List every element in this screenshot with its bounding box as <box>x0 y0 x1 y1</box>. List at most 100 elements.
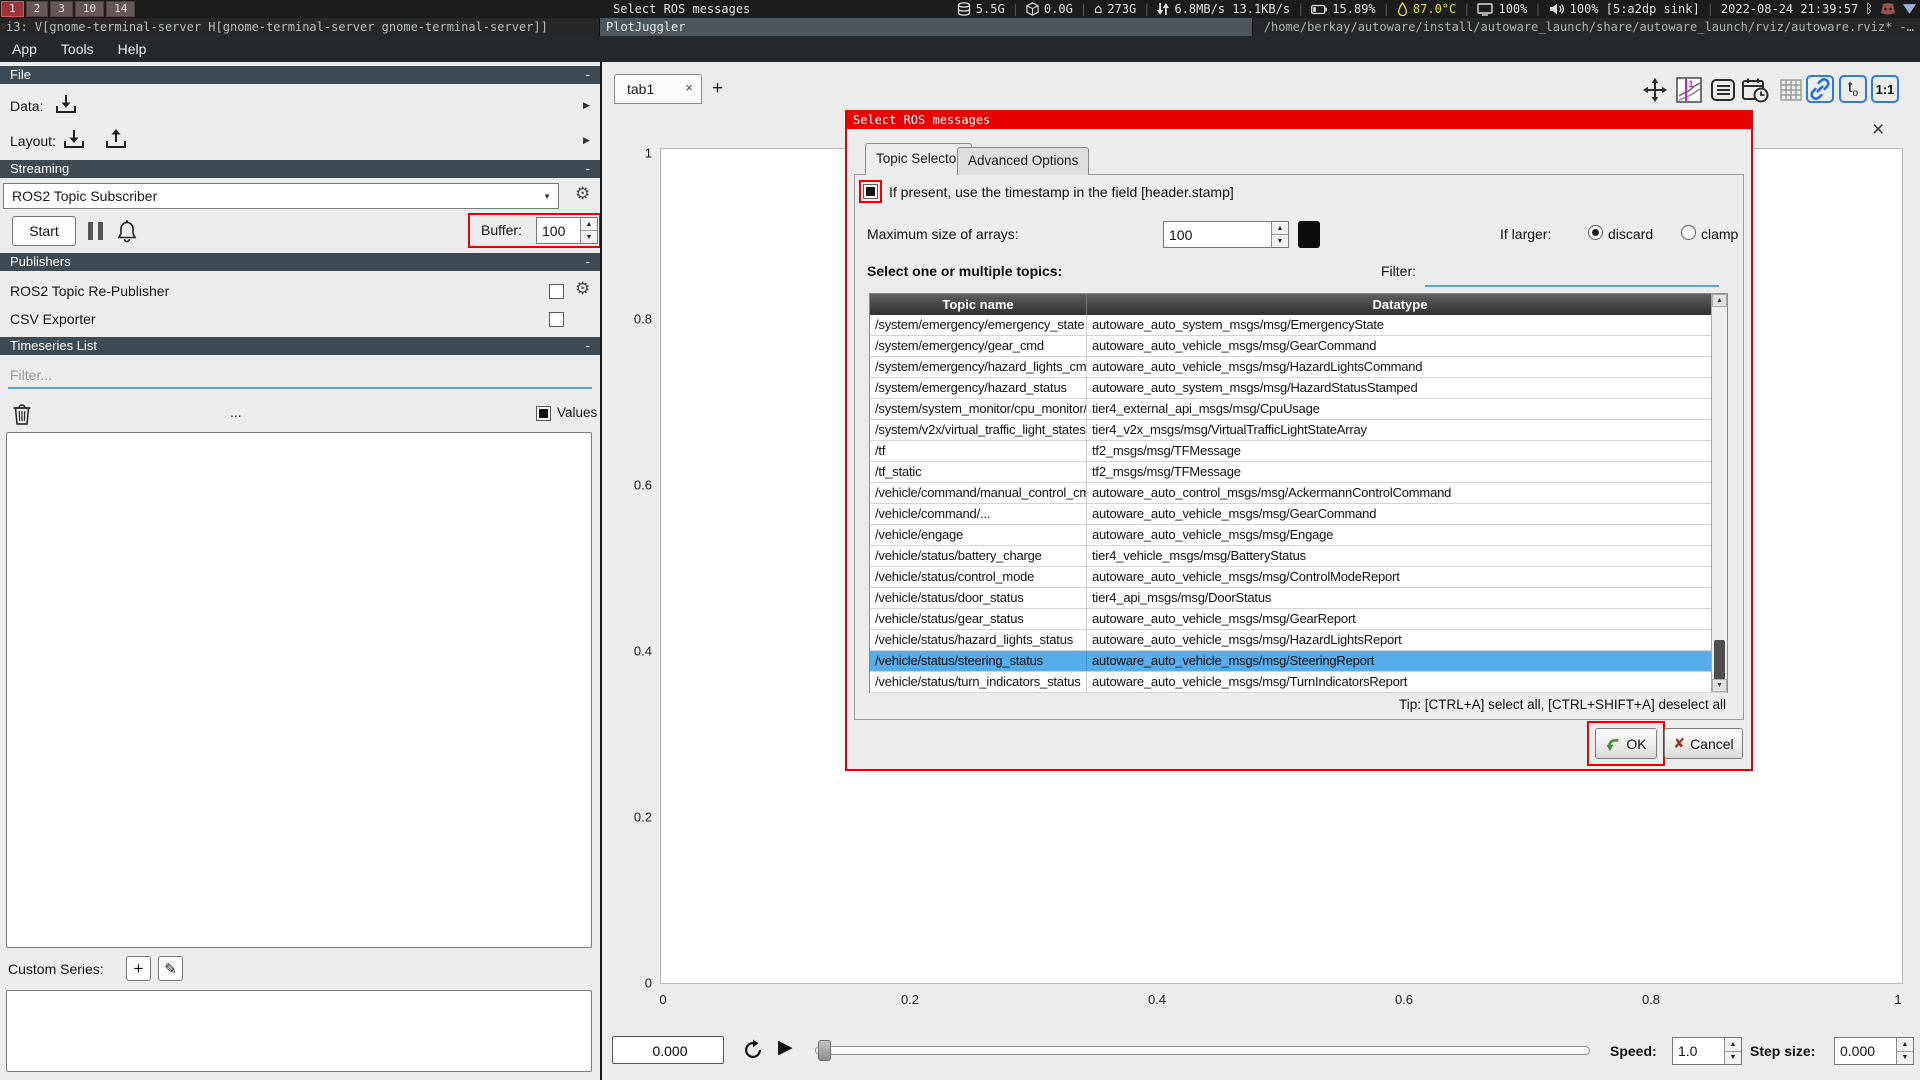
speed-value-input[interactable] <box>1673 1038 1724 1064</box>
step-size-spinbox[interactable]: ▲▼ <box>1834 1037 1914 1065</box>
table-row[interactable]: /system/emergency/gear_cmdautoware_auto_… <box>870 336 1727 357</box>
dialog-titlebar[interactable]: Select ROS messages <box>847 112 1751 129</box>
table-row[interactable]: /vehicle/engageautoware_auto_vehicle_msg… <box>870 525 1727 546</box>
csv-exporter-checkbox[interactable] <box>549 312 564 327</box>
help-button[interactable] <box>1298 221 1320 248</box>
streaming-settings-gear-icon[interactable]: ⚙ <box>575 186 590 203</box>
pan-zoom-button[interactable] <box>1641 76 1669 104</box>
column-header-datatype[interactable]: Datatype <box>1087 294 1713 315</box>
table-row-selected[interactable]: /vehicle/status/steering_statusautoware_… <box>870 651 1727 672</box>
discard-radio[interactable] <box>1588 225 1603 240</box>
scroll-up-icon[interactable]: ▲ <box>1712 294 1727 307</box>
menu-tools[interactable]: Tools <box>49 41 106 57</box>
republisher-checkbox[interactable] <box>549 284 564 299</box>
workspace-button-1[interactable]: 1 <box>1 1 24 17</box>
table-row[interactable]: /system/emergency/emergency_stateautowar… <box>870 315 1727 336</box>
timeline-slider-handle[interactable] <box>818 1040 831 1061</box>
tab-topic-selector[interactable]: Topic Selector <box>865 143 972 175</box>
table-scrollbar[interactable]: ▲ ▼ <box>1711 294 1727 692</box>
scroll-down-icon[interactable]: ▼ <box>1712 679 1727 692</box>
values-checkbox[interactable] <box>536 406 551 421</box>
section-header-file[interactable]: File - <box>0 66 600 84</box>
panel-splitter[interactable] <box>600 62 602 1080</box>
dialog-filter-input[interactable] <box>1425 261 1719 287</box>
step-size-value-input[interactable] <box>1835 1038 1896 1064</box>
table-row[interactable]: /vehicle/status/battery_chargetier4_vehi… <box>870 546 1727 567</box>
timeseries-filter-input[interactable] <box>8 362 596 388</box>
table-row[interactable]: /vehicle/command/...autoware_auto_vehicl… <box>870 504 1727 525</box>
workspace-button-14[interactable]: 14 <box>106 1 135 17</box>
time-display[interactable] <box>612 1036 724 1064</box>
link-xaxis-button[interactable] <box>1806 75 1834 103</box>
speed-spinbox[interactable]: ▲▼ <box>1672 1037 1742 1065</box>
buffer-value-input[interactable] <box>537 218 580 243</box>
plot-close-icon[interactable]: × <box>1872 118 1884 142</box>
scrollbar-thumb[interactable] <box>1714 640 1725 684</box>
table-row[interactable]: /vehicle/status/gear_statusautoware_auto… <box>870 609 1727 630</box>
timeseries-list-panel[interactable] <box>6 432 592 948</box>
workspace-button-10[interactable]: 10 <box>75 1 104 17</box>
spin-up-icon[interactable]: ▲ <box>1725 1038 1741 1052</box>
table-row[interactable]: /tf_statictf2_msgs/msg/TFMessage <box>870 462 1727 483</box>
section-header-publishers[interactable]: Publishers - <box>0 253 600 271</box>
ellipsis-menu[interactable]: ... <box>230 404 242 420</box>
use-timestamp-checkbox[interactable] <box>863 184 878 199</box>
clamp-radio[interactable] <box>1681 225 1696 240</box>
cancel-button[interactable]: ✘ Cancel <box>1664 728 1743 759</box>
spin-down-icon[interactable]: ▼ <box>1272 235 1288 247</box>
streaming-plugin-combobox[interactable]: ROS2 Topic Subscriber ▼ <box>3 183 559 209</box>
add-tab-button[interactable]: + <box>712 78 723 100</box>
plotjuggler-window-titlebar[interactable]: PlotJuggler <box>600 18 1253 36</box>
max-arrays-value-input[interactable] <box>1164 222 1271 247</box>
save-layout-icon[interactable] <box>104 128 128 150</box>
edit-custom-series-button[interactable]: ✎ <box>158 956 183 981</box>
workspace-button-2[interactable]: 2 <box>26 1 49 17</box>
section-header-streaming[interactable]: Streaming - <box>0 160 600 178</box>
table-row[interactable]: /system/emergency/hazard_statusautoware_… <box>870 378 1727 399</box>
tab-tab1[interactable]: tab1 × <box>614 74 702 104</box>
tracker-button[interactable]: 1 <box>1675 76 1703 104</box>
timeline-slider[interactable] <box>815 1046 1590 1055</box>
section-header-timeseries[interactable]: Timeseries List - <box>0 337 600 355</box>
custom-series-panel[interactable] <box>6 990 592 1072</box>
table-row[interactable]: /vehicle/status/control_modeautoware_aut… <box>870 567 1727 588</box>
menu-help[interactable]: Help <box>106 41 159 57</box>
table-row[interactable]: /tftf2_msgs/msg/TFMessage <box>870 441 1727 462</box>
spin-down-icon[interactable]: ▼ <box>1897 1052 1913 1065</box>
spin-down-icon[interactable]: ▼ <box>581 231 597 243</box>
time-offset-button[interactable]: to <box>1839 75 1867 103</box>
table-row[interactable]: /vehicle/status/door_statustier4_api_msg… <box>870 588 1727 609</box>
bell-icon[interactable] <box>116 219 138 243</box>
workspace-button-3[interactable]: 3 <box>50 1 73 17</box>
load-data-icon[interactable] <box>54 93 78 115</box>
table-row[interactable]: /system/v2x/virtual_traffic_light_states… <box>870 420 1727 441</box>
play-button[interactable]: ▶ <box>778 1036 793 1058</box>
column-header-topic-name[interactable]: Topic name <box>870 294 1087 315</box>
menu-app[interactable]: App <box>0 41 49 57</box>
grid-layout-button[interactable] <box>1777 76 1805 104</box>
start-streaming-button[interactable]: Start <box>12 216 76 246</box>
table-row[interactable]: /system/emergency/hazard_lights_cmdautow… <box>870 357 1727 378</box>
table-row[interactable]: /system/system_monitor/cpu_monitor/...ti… <box>870 399 1727 420</box>
table-row[interactable]: /vehicle/status/hazard_lights_statusauto… <box>870 630 1727 651</box>
layout-expand-arrow[interactable]: ▶ <box>583 135 590 146</box>
tab-close-icon[interactable]: × <box>685 80 693 95</box>
buffer-spinbox[interactable]: ▲▼ <box>536 217 598 244</box>
rviz-config-window-titlebar[interactable]: /home/berkay/autoware/install/autoware_l… <box>1253 18 1920 36</box>
table-row[interactable]: /vehicle/status/turn_indicators_statusau… <box>870 672 1727 693</box>
loop-icon[interactable] <box>742 1039 764 1061</box>
terminal-window-titlebar[interactable]: i3: V[gnome-terminal-server H[gnome-term… <box>0 18 600 36</box>
spin-up-icon[interactable]: ▲ <box>1897 1038 1913 1052</box>
spin-down-icon[interactable]: ▼ <box>1725 1052 1741 1065</box>
ratio-1-1-button[interactable]: 1:1 <box>1871 75 1899 103</box>
trash-icon[interactable] <box>12 402 32 426</box>
table-row[interactable]: /vehicle/command/manual_control_cmdautow… <box>870 483 1727 504</box>
data-expand-arrow[interactable]: ▶ <box>583 100 590 111</box>
legend-list-button[interactable] <box>1709 76 1737 104</box>
max-arrays-spinbox[interactable]: ▲▼ <box>1163 221 1289 248</box>
republisher-settings-gear-icon[interactable]: ⚙ <box>575 281 590 298</box>
pause-icon[interactable] <box>88 222 103 240</box>
time-value-input[interactable] <box>613 1037 727 1065</box>
ok-button[interactable]: OK <box>1595 728 1657 759</box>
add-custom-series-button[interactable]: + <box>126 956 151 981</box>
